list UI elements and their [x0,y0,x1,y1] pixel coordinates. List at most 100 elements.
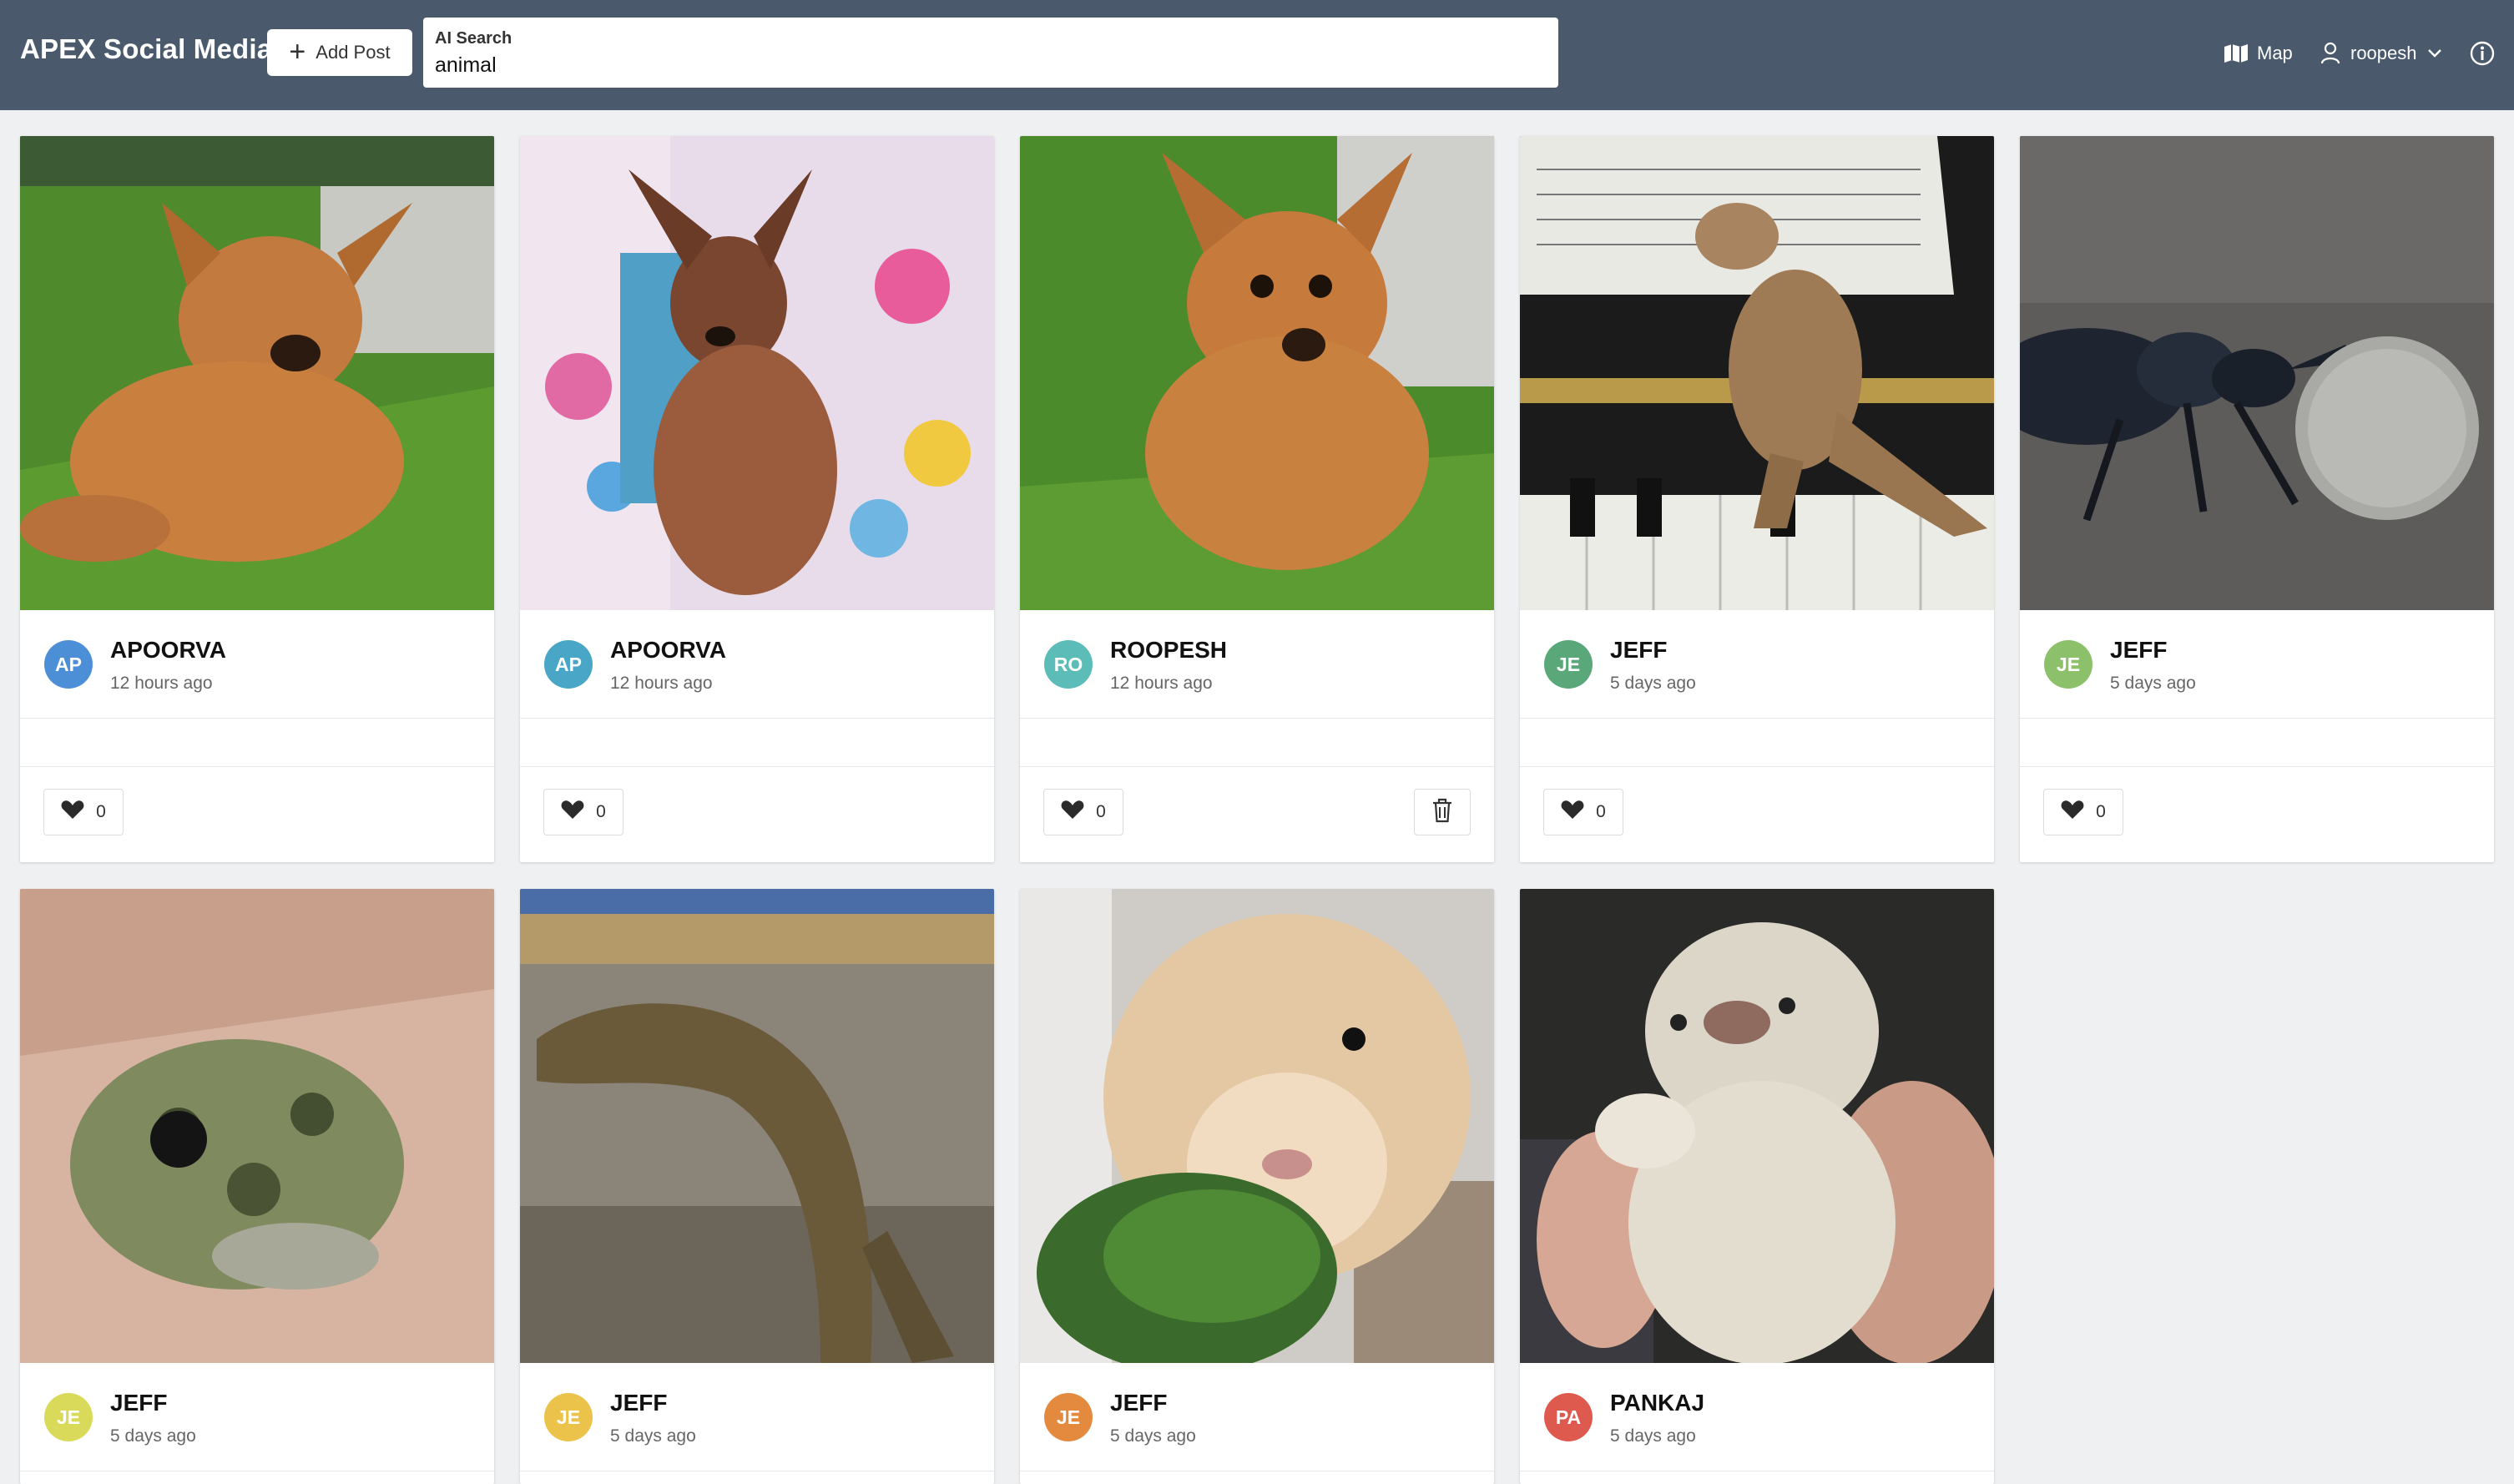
post-author: JEFF [610,1390,668,1416]
post-photo[interactable] [20,136,494,610]
avatar[interactable]: RO [1044,640,1093,689]
info-icon [2469,40,2496,67]
map-link[interactable]: Map [2224,37,2293,70]
post-author: PANKAJ [1610,1390,1705,1416]
heart-icon [61,800,84,825]
post-meta: AP APOORVA 12 hours ago [520,610,994,719]
like-button[interactable]: 0 [543,789,623,835]
like-button[interactable]: 0 [43,789,124,835]
ai-search-field[interactable]: AI Search [423,18,1558,88]
post-photo[interactable] [520,136,994,610]
frog-photo [20,889,494,1363]
chevron-down-icon [2427,48,2442,58]
post-timestamp: 5 days ago [1110,1426,1196,1446]
avatar[interactable]: PA [1544,1393,1593,1441]
post-card: PA PANKAJ 5 days ago [1520,889,1994,1484]
post-author: JEFF [1610,637,1668,663]
avatar[interactable]: AP [544,640,593,689]
post-card: AP APOORVA 12 hours ago 0 [20,136,494,862]
post-author: APOORVA [610,637,726,663]
post-actions: 0 [20,767,494,862]
post-caption [20,719,494,767]
post-timestamp: 5 days ago [610,1426,696,1446]
post-meta: JE JEFF 5 days ago [1020,1363,1494,1471]
dog-photo [520,136,994,610]
plus-icon: + [289,35,306,68]
post-photo[interactable] [1020,136,1494,610]
avatar[interactable]: JE [544,1393,593,1441]
user-menu[interactable]: roopesh [2320,37,2442,70]
post-card: JE JEFF 5 days ago [1020,889,1494,1484]
ai-search-label: AI Search [435,29,512,48]
beetle-photo [2020,136,2494,610]
delete-button[interactable] [1414,789,1471,835]
avatar[interactable]: JE [44,1393,93,1441]
post-card: JE JEFF 5 days ago 0 [1520,136,1994,862]
trash-icon [1431,798,1453,827]
avatar[interactable]: AP [44,640,93,689]
like-count: 0 [596,802,606,821]
top-navbar: APEX Social Media + Add Post AI Search M… [0,0,2514,110]
like-button[interactable]: 0 [1543,789,1623,835]
post-meta: RO ROOPESH 12 hours ago [1020,610,1494,719]
ai-search-input[interactable] [435,53,1547,78]
post-meta: JE JEFF 5 days ago [20,1363,494,1471]
post-actions: 0 [1520,767,1994,862]
map-label: Map [2257,43,2293,63]
user-icon [2320,42,2340,65]
post-photo[interactable] [1520,889,1994,1363]
post-actions: 0 [520,767,994,862]
post-card: RO ROOPESH 12 hours ago 0 [1020,136,1494,862]
post-timestamp: 5 days ago [1610,674,1696,693]
add-post-button[interactable]: + Add Post [267,29,412,76]
post-author: APOORVA [110,637,226,663]
post-author: JEFF [2110,637,2168,663]
post-meta: JE JEFF 5 days ago [520,1363,994,1471]
post-timestamp: 12 hours ago [110,674,213,693]
add-post-label: Add Post [316,42,391,63]
post-photo[interactable] [20,889,494,1363]
heart-icon [561,800,584,825]
post-card: JE JEFF 5 days ago 0 [2020,136,2494,862]
avatar[interactable]: JE [2044,640,2092,689]
puppy-photo [1520,889,1994,1363]
post-actions: 0 [1020,767,1494,862]
like-button[interactable]: 0 [1043,789,1123,835]
avatar[interactable]: JE [1544,640,1593,689]
heart-icon [1061,800,1084,825]
post-card: JE JEFF 5 days ago [20,889,494,1484]
post-caption [1020,719,1494,767]
post-photo[interactable] [1020,889,1494,1363]
post-meta: JE JEFF 5 days ago [2020,610,2494,719]
post-meta: AP APOORVA 12 hours ago [20,610,494,719]
post-caption [1520,719,1994,767]
post-timestamp: 5 days ago [2110,674,2196,693]
post-author: JEFF [1110,1390,1168,1416]
like-count: 0 [1596,802,1606,821]
post-caption [520,719,994,767]
heart-icon [2061,800,2084,825]
post-caption [2020,719,2494,767]
post-author: JEFF [110,1390,168,1416]
info-button[interactable] [2469,37,2496,70]
app-title[interactable]: APEX Social Media [20,33,272,65]
like-button[interactable]: 0 [2043,789,2123,835]
post-meta: PA PANKAJ 5 days ago [1520,1363,1994,1471]
like-count: 0 [2096,802,2106,821]
dog-photo [1020,136,1494,610]
dinosaur-photo [1520,136,1994,610]
post-actions: 0 [2020,767,2494,862]
post-photo[interactable] [520,889,994,1363]
user-name: roopesh [2350,43,2417,63]
lizard-photo [520,889,994,1363]
post-photo[interactable] [1520,136,1994,610]
guinea-pig-photo [1020,889,1494,1363]
post-author: ROOPESH [1110,637,1228,663]
post-meta: JE JEFF 5 days ago [1520,610,1994,719]
post-timestamp: 12 hours ago [1110,674,1213,693]
post-photo[interactable] [2020,136,2494,610]
post-card: AP APOORVA 12 hours ago 0 [520,136,994,862]
heart-icon [1561,800,1584,825]
avatar[interactable]: JE [1044,1393,1093,1441]
dog-photo [20,136,494,610]
